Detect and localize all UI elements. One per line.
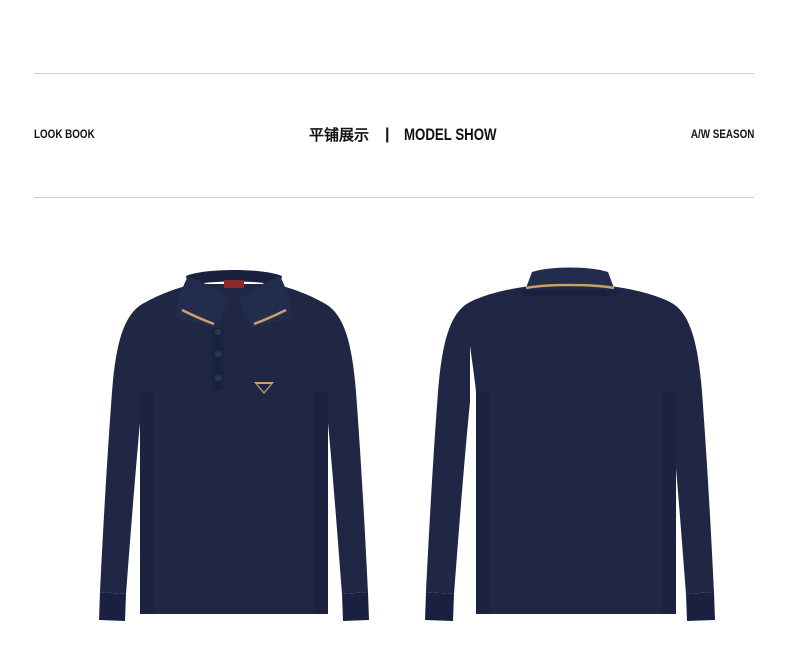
- section-title: 平铺展示 | MODEL SHOW: [309, 124, 522, 145]
- polo-front-svg: [99, 270, 369, 621]
- top-divider: [34, 73, 754, 74]
- bottom-divider: [34, 197, 754, 198]
- look-book-label: LOOK BOOK: [34, 127, 95, 141]
- season-label: A/W SEASON: [690, 127, 754, 141]
- polo-back-svg: [425, 267, 715, 621]
- polo-shirt-back-image: [420, 262, 720, 629]
- section-title-en: MODEL SHOW: [403, 124, 497, 144]
- section-title-cn: 平铺展示: [309, 126, 370, 144]
- title-separator: |: [385, 125, 390, 143]
- polo-shirt-front-image: [94, 262, 374, 629]
